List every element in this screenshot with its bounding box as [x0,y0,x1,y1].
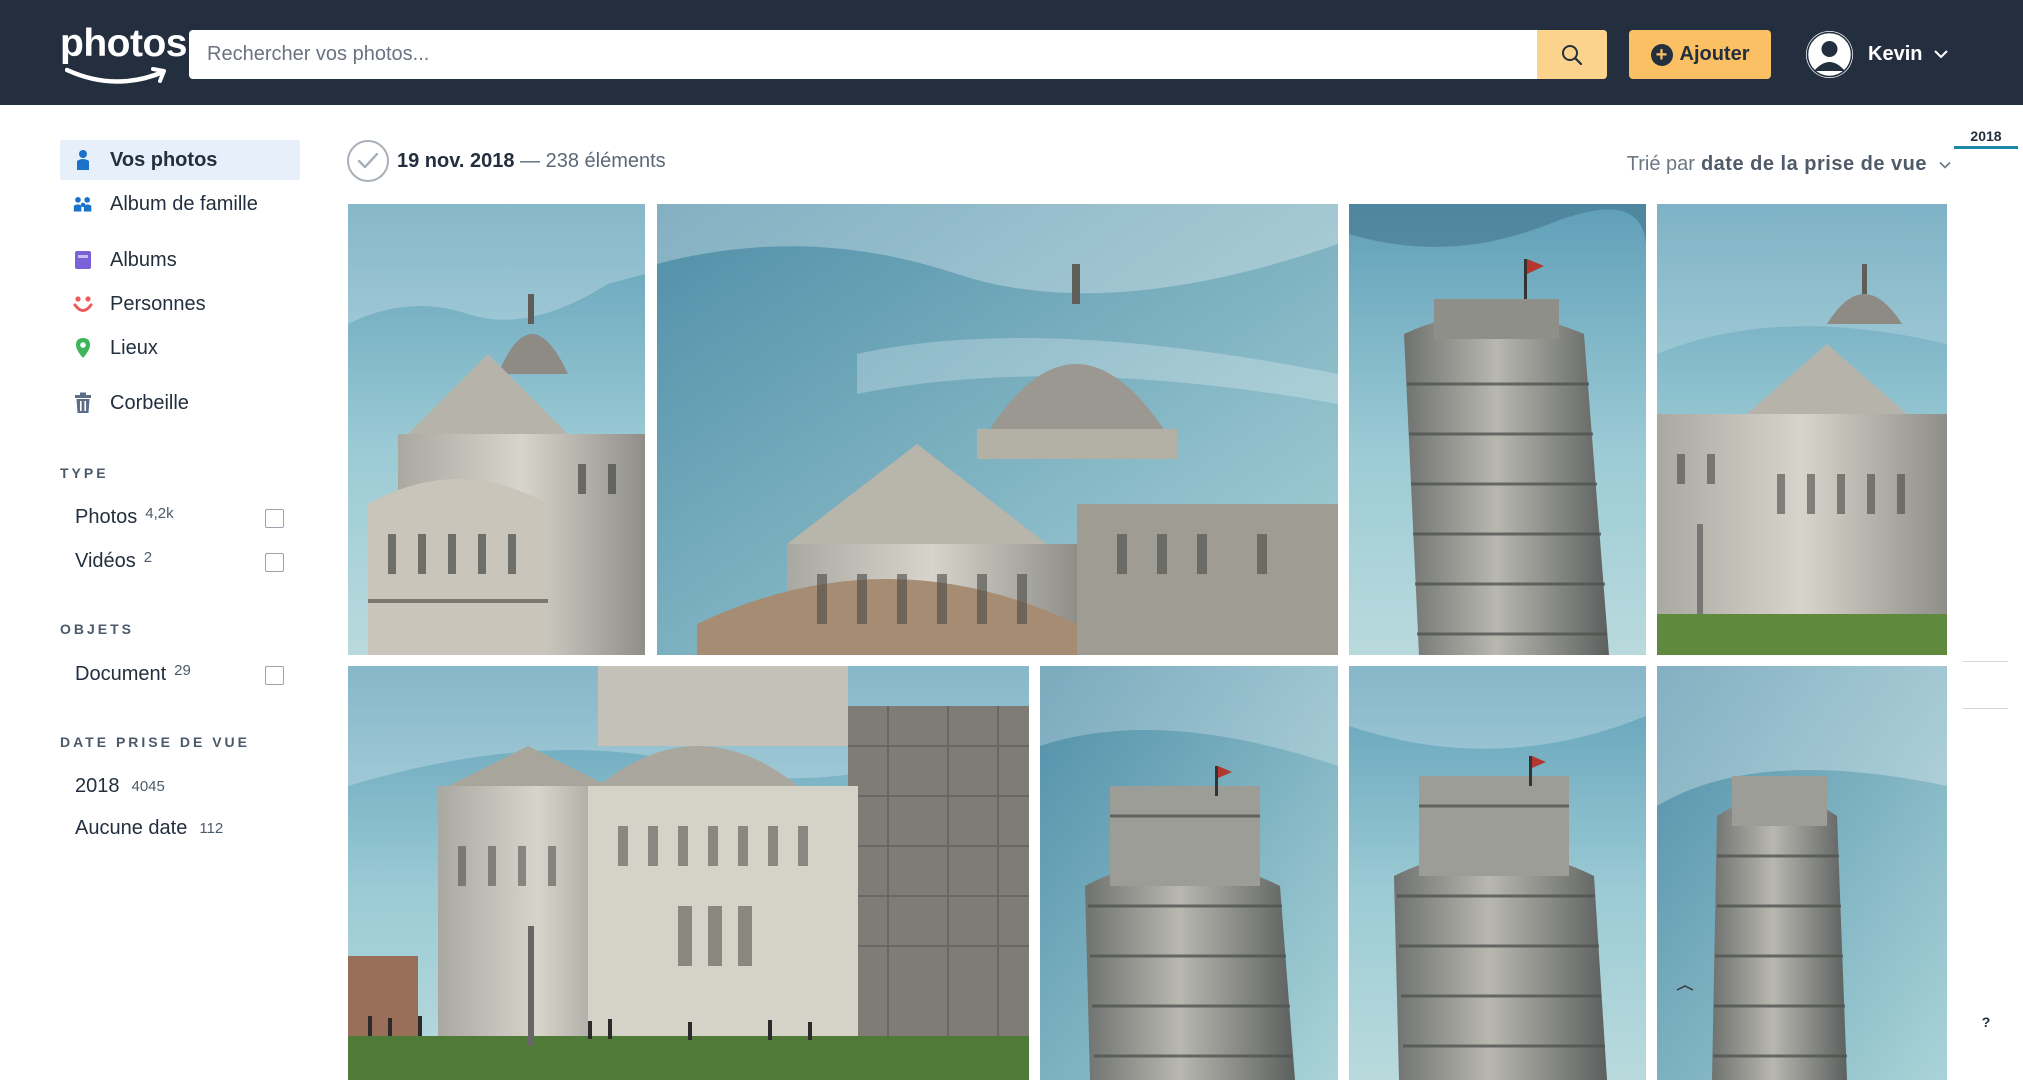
cathedral-wide-photo [348,666,1029,1080]
filter-label: Photos [75,505,138,528]
filter-label: 2018 [75,774,120,797]
cathedral-photo [348,204,645,655]
amazon-photos-logo[interactable]: photos [60,22,187,88]
filter-year-2018[interactable]: 2018 4045 [60,764,300,808]
sidebar-item-label: Personnes [110,292,206,315]
location-pin-icon [73,337,93,359]
add-button-label: Ajouter [1679,43,1750,65]
user-silhouette-icon [1806,31,1853,77]
sidebar-item-people[interactable]: Personnes [60,284,300,324]
user-name: Kevin [1868,42,1923,65]
leaning-tower-photo [1349,666,1646,1080]
cathedral-dome-photo [657,204,1338,655]
leaning-tower-photo [1657,666,1947,1080]
person-icon [73,149,93,171]
leaning-tower-photo [1349,204,1646,655]
filter-photos: Photos 4,2k [60,495,300,539]
album-icon [73,249,93,271]
type-section-title: TYPE [60,465,109,481]
date-section-title: DATE PRISE DE VUE [60,734,250,750]
photo-thumbnail[interactable] [1040,666,1338,1080]
leaning-tower-photo [1040,666,1338,1080]
top-bar: photos + Ajouter Kevin [0,0,2023,105]
sidebar-item-label: Lieux [110,336,158,359]
photo-thumbnail[interactable] [1657,204,1947,655]
smile-arrow-icon [65,67,166,84]
plus-circle-icon: + [1650,43,1673,66]
sidebar-item-label: Album de famille [110,192,258,215]
filter-videos: Vidéos 2 [60,539,300,583]
filter-count: 4045 [131,777,165,795]
filter-document-checkbox[interactable] [265,666,284,685]
trash-icon [73,392,93,414]
photo-thumbnail[interactable] [348,204,645,655]
sidebar-item-albums[interactable]: Albums [60,240,300,280]
sort-value: date de la prise de vue [1700,153,1927,175]
filter-videos-checkbox[interactable] [265,553,284,572]
sort-dropdown[interactable]: Trié par date de la prise de vue [1627,153,1951,176]
timeline-tick[interactable] [1963,661,2008,662]
sidebar-item-family-album[interactable]: Album de famille [60,184,300,224]
filter-count: 29 [174,661,191,679]
objects-section-title: OBJETS [60,621,135,637]
help-button[interactable]: ? [1972,1008,2000,1036]
photo-thumbnail[interactable] [1349,204,1646,655]
sidebar-item-label: Corbeille [110,391,189,414]
avatar [1806,30,1853,78]
sidebar-item-trash[interactable]: Corbeille [60,383,300,423]
checkmark-icon [357,152,379,169]
photo-thumbnail[interactable] [657,204,1338,655]
filter-no-date[interactable]: Aucune date 112 [60,806,300,850]
search-bar [189,30,1607,79]
search-input[interactable] [189,30,1537,79]
sidebar-item-your-photos[interactable]: Vos photos [60,140,300,180]
face-icon [73,293,93,315]
filter-count: 4,2k [145,504,174,522]
filter-document: Document 29 [60,652,300,696]
search-icon [1562,44,1583,65]
cathedral-photo [1657,204,1947,655]
search-button[interactable] [1537,30,1607,79]
photo-thumbnail[interactable] [1349,666,1646,1080]
select-all-day-button[interactable] [347,140,389,182]
filter-photos-checkbox[interactable] [265,509,284,528]
logo-text: photos [60,22,187,65]
chevron-down-icon [1939,161,1951,169]
sort-prefix: Trié par [1626,153,1695,175]
date-text: 19 nov. 2018 [397,150,515,172]
filter-count: 112 [199,819,224,837]
filter-label: Vidéos [75,549,136,572]
date-heading: 19 nov. 2018 — 238 éléments [397,150,666,173]
photo-thumbnail[interactable] [1657,666,1947,1080]
filter-count: 2 [143,548,153,566]
filter-label: Document [75,662,167,685]
user-menu[interactable]: Kevin [1806,29,1949,79]
chevron-down-icon [1934,50,1949,59]
item-count: — 238 éléments [520,150,666,172]
filter-label: Aucune date [75,816,188,839]
family-icon [73,193,93,215]
timeline-year-2018[interactable]: 2018 [1954,125,2018,149]
timeline-tick[interactable] [1963,708,2008,709]
add-button[interactable]: + Ajouter [1629,30,1771,79]
photo-thumbnail[interactable] [348,666,1029,1080]
sidebar-item-label: Vos photos [110,148,218,171]
sidebar-item-label: Albums [110,248,177,271]
sidebar-item-places[interactable]: Lieux [60,328,300,368]
